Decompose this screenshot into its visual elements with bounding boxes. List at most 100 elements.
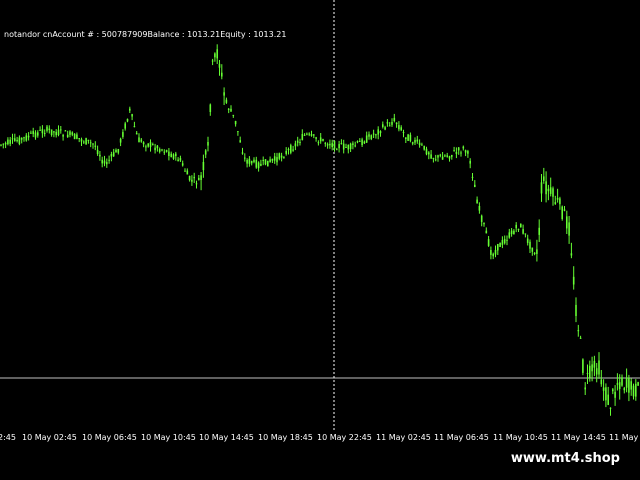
candle-body — [361, 139, 363, 146]
candle-body — [290, 145, 292, 153]
candle-body — [241, 152, 244, 154]
candle-body — [177, 159, 179, 162]
candle-body — [395, 122, 398, 124]
candle-body — [524, 233, 527, 235]
candle-body — [71, 132, 74, 135]
candle-body — [474, 184, 476, 187]
candle-body — [313, 134, 315, 136]
candle-body — [556, 198, 559, 200]
candle-body — [324, 142, 327, 144]
candle-body — [271, 158, 274, 161]
candle-body — [276, 157, 278, 163]
candle-body — [446, 155, 448, 157]
candle-body — [354, 145, 356, 147]
candle-body — [296, 140, 299, 143]
candle-body — [612, 389, 614, 392]
candle-body — [211, 60, 214, 62]
candle-body — [142, 142, 145, 145]
candle-body — [605, 387, 607, 401]
candle-body — [338, 144, 340, 149]
candle-body — [628, 378, 630, 393]
time-axis-label: 10 May 02:45 — [22, 433, 77, 442]
candle-body — [391, 122, 393, 125]
candle-body — [267, 160, 269, 167]
candle-body — [379, 131, 382, 134]
candle-body — [457, 147, 460, 151]
candle-body — [83, 141, 85, 143]
candle-body — [579, 337, 582, 339]
time-axis-label: 11 May 02:45 — [376, 433, 431, 442]
candle-body — [497, 244, 499, 251]
candle-body — [407, 134, 409, 141]
candle-body — [342, 143, 345, 150]
candle-body — [11, 138, 14, 140]
candle-body — [262, 160, 264, 161]
candle-body — [455, 151, 458, 154]
candle-body — [64, 130, 67, 132]
candle-body — [382, 124, 384, 127]
candle-body — [437, 155, 439, 158]
candle-body — [69, 131, 71, 135]
candle-body — [421, 144, 423, 146]
candle-body — [522, 229, 524, 234]
candle-body — [591, 364, 593, 372]
candle-body — [78, 138, 80, 139]
candle-body — [87, 139, 90, 141]
candle-body — [467, 151, 469, 154]
candle-body — [170, 153, 172, 157]
candle-body — [280, 155, 283, 158]
candle-body — [269, 159, 271, 163]
candle-body — [428, 152, 430, 155]
candle-body — [520, 223, 522, 228]
candle-body — [329, 143, 331, 146]
candle-body — [356, 141, 359, 143]
candle-body — [48, 128, 51, 130]
candle-body — [154, 147, 156, 151]
candle-body — [453, 150, 455, 152]
candle-body — [16, 140, 18, 142]
time-axis-label: 10 May 14:45 — [199, 433, 254, 442]
candle-body — [614, 391, 616, 398]
candle-body — [30, 132, 32, 134]
candle-body — [186, 170, 189, 175]
candle-body — [301, 134, 304, 140]
candle-body — [370, 135, 373, 140]
candle-body — [531, 247, 534, 252]
watermark-logo: www.mt4.shop — [496, 448, 634, 470]
candle-body — [308, 133, 310, 135]
candle-body — [278, 153, 281, 159]
candle-body — [559, 198, 561, 205]
price-chart[interactable]: notandor cnAccount # : 500787909Balance … — [0, 0, 640, 430]
candle-body — [448, 156, 451, 159]
candle-body — [283, 157, 285, 159]
candle-body — [76, 134, 78, 139]
candle-body — [400, 127, 402, 131]
candle-body — [618, 382, 621, 389]
candle-body — [209, 104, 212, 112]
candle-body — [264, 159, 267, 165]
candle-body — [227, 108, 230, 110]
candle-body — [20, 138, 23, 140]
candle-body — [218, 63, 221, 68]
candle-body — [568, 222, 570, 236]
candle-body — [306, 133, 308, 135]
candle-body — [499, 242, 501, 247]
candle-body — [285, 150, 287, 154]
candle-body — [85, 138, 87, 145]
candle-body — [441, 156, 444, 160]
candle-body — [405, 137, 407, 139]
candle-body — [294, 143, 297, 147]
candle-body — [50, 129, 53, 135]
chart-canvas — [0, 0, 640, 430]
candle-body — [398, 125, 400, 130]
candle-body — [538, 227, 540, 235]
candle-body — [158, 149, 161, 152]
candle-body — [292, 149, 294, 151]
candle-body — [260, 163, 262, 166]
candle-body — [582, 359, 584, 373]
candle-body — [416, 139, 419, 142]
candle-body — [225, 99, 228, 103]
candle-body — [432, 158, 435, 159]
candle-body — [46, 126, 48, 131]
candle-body — [425, 148, 428, 155]
